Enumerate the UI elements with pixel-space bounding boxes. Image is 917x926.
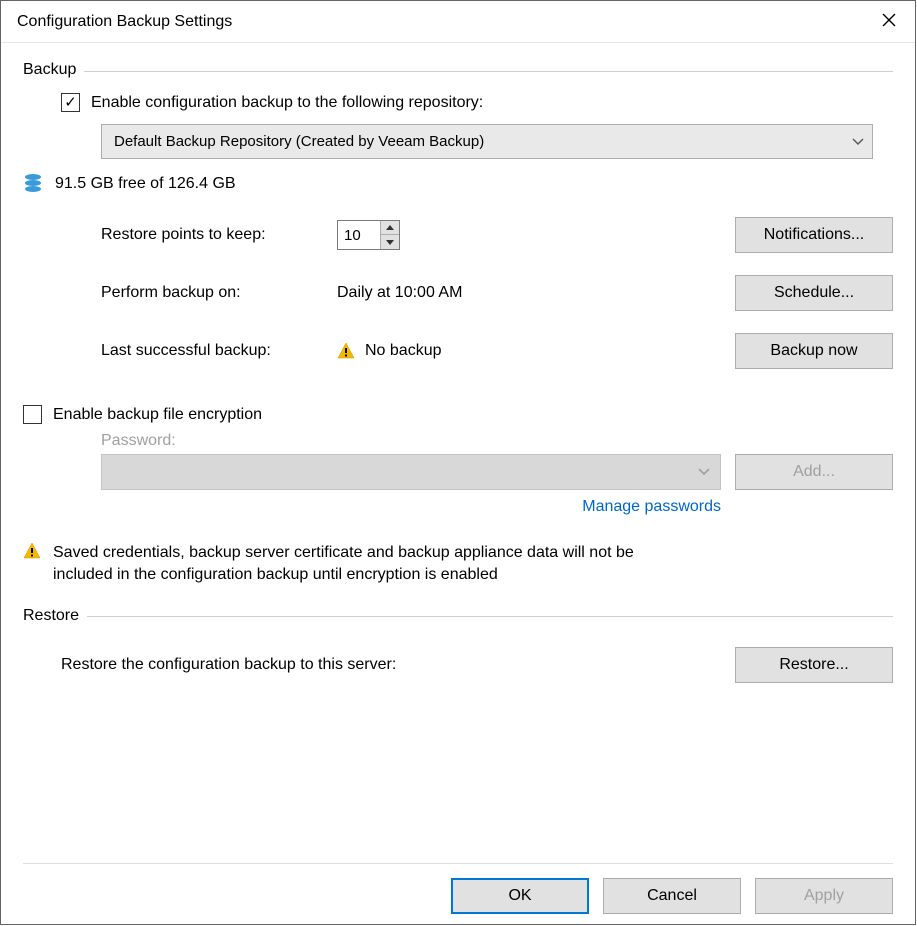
close-icon	[882, 13, 896, 31]
dialog-window: Configuration Backup Settings Backup Ena…	[0, 0, 916, 925]
spinner-up-button[interactable]	[381, 221, 399, 235]
warning-icon	[337, 342, 355, 360]
last-backup-row: Last successful backup: No backup Backup…	[101, 333, 893, 369]
divider	[87, 616, 893, 617]
last-backup-value: No backup	[365, 342, 442, 360]
cancel-button[interactable]: Cancel	[603, 878, 741, 914]
enable-encryption-row: Enable backup file encryption	[23, 405, 893, 424]
restore-button[interactable]: Restore...	[735, 647, 893, 683]
restore-points-label: Restore points to keep:	[101, 226, 337, 244]
enable-backup-checkbox[interactable]	[61, 93, 80, 112]
warning-icon	[23, 542, 41, 587]
password-label: Password:	[101, 432, 893, 450]
ok-button[interactable]: OK	[451, 878, 589, 914]
close-button[interactable]	[863, 1, 915, 42]
restore-label: Restore the configuration backup to this…	[61, 656, 396, 674]
chevron-down-icon	[698, 468, 710, 476]
restore-points-spinner	[337, 220, 400, 250]
repository-row: Default Backup Repository (Created by Ve…	[101, 124, 893, 159]
last-backup-label: Last successful backup:	[101, 342, 337, 360]
enable-backup-label: Enable configuration backup to the follo…	[91, 94, 483, 112]
chevron-down-icon	[852, 138, 864, 146]
disk-stack-icon	[23, 173, 43, 195]
add-password-button[interactable]: Add...	[735, 454, 893, 490]
enable-backup-row: Enable configuration backup to the follo…	[61, 93, 893, 112]
restore-points-value-wrap	[337, 220, 400, 250]
group-header-restore: Restore	[23, 607, 893, 625]
enable-encryption-checkbox[interactable]	[23, 405, 42, 424]
title-bar: Configuration Backup Settings	[1, 1, 915, 43]
perform-label: Perform backup on:	[101, 284, 337, 302]
manage-passwords-row: Manage passwords	[101, 498, 893, 516]
divider	[84, 71, 893, 72]
restore-points-input[interactable]	[338, 221, 380, 249]
footer-divider	[23, 863, 893, 864]
repository-combo[interactable]: Default Backup Repository (Created by Ve…	[101, 124, 873, 159]
restore-points-row: Restore points to keep: Notifications...	[101, 217, 893, 253]
backup-now-button[interactable]: Backup now	[735, 333, 893, 369]
window-title: Configuration Backup Settings	[17, 13, 863, 31]
perform-row: Perform backup on: Daily at 10:00 AM Sch…	[101, 275, 893, 311]
apply-button[interactable]: Apply	[755, 878, 893, 914]
group-label-restore: Restore	[23, 607, 79, 625]
storage-row: 91.5 GB free of 126.4 GB	[23, 173, 893, 195]
dialog-footer: OK Cancel Apply	[23, 878, 893, 914]
password-combo[interactable]	[101, 454, 721, 490]
schedule-button[interactable]: Schedule...	[735, 275, 893, 311]
group-header-backup: Backup	[23, 61, 893, 79]
spinner-down-button[interactable]	[381, 235, 399, 249]
manage-passwords-link[interactable]: Manage passwords	[582, 498, 721, 515]
group-label-backup: Backup	[23, 61, 76, 79]
password-section: Password: Add... Manage passwords	[101, 432, 893, 516]
password-row: Add...	[101, 454, 893, 490]
encryption-warning-row: Saved credentials, backup server certifi…	[23, 542, 893, 587]
dialog-content: Backup Enable configuration backup to th…	[1, 43, 915, 924]
last-backup-value-wrap: No backup	[337, 342, 442, 360]
restore-row: Restore the configuration backup to this…	[61, 647, 893, 683]
storage-text: 91.5 GB free of 126.4 GB	[55, 175, 236, 193]
encryption-warning-text: Saved credentials, backup server certifi…	[53, 542, 693, 587]
perform-value: Daily at 10:00 AM	[337, 284, 462, 302]
notifications-button[interactable]: Notifications...	[735, 217, 893, 253]
repository-value: Default Backup Repository (Created by Ve…	[114, 133, 852, 150]
enable-encryption-label: Enable backup file encryption	[53, 406, 262, 424]
